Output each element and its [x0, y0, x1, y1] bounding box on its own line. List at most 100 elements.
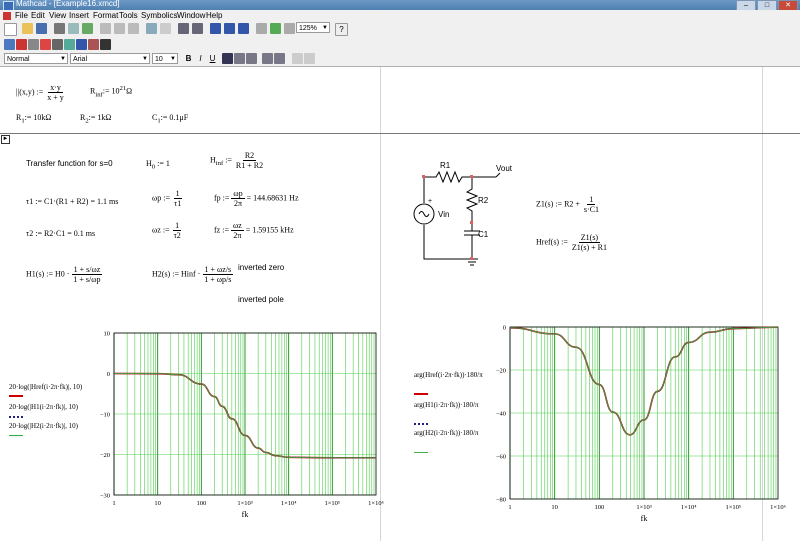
c1-definition[interactable]: C1:= 0.1μF [152, 113, 188, 125]
fz-definition[interactable]: fz := ωz 2π = 1.59155 kHz [214, 221, 294, 240]
r1-label: R1 [440, 161, 451, 170]
menu-insert[interactable]: Insert [69, 10, 89, 21]
insert-unit-icon[interactable] [224, 23, 235, 34]
plot2-legend-h2: arg(H2(i·2π·fk))·180/π [414, 429, 479, 437]
align-left-icon[interactable] [222, 53, 233, 64]
c1-label: C1 [478, 230, 489, 239]
omegaz-definition[interactable]: ωz := 1 τ2 [152, 221, 183, 240]
plot2-xtick-label: 1×10⁵ [725, 504, 741, 511]
undo-icon[interactable] [146, 23, 157, 34]
component-icon[interactable] [256, 23, 267, 34]
redo-icon[interactable] [160, 23, 171, 34]
resource-icon[interactable] [270, 23, 281, 34]
insert-function-icon[interactable] [210, 23, 221, 34]
print-icon[interactable] [54, 23, 65, 34]
bullets-icon[interactable] [262, 53, 273, 64]
href-definition[interactable]: Href(s) := Z1(s) Z1(s) + R1 [536, 233, 609, 252]
greek-icon[interactable] [88, 39, 99, 50]
graph-icon[interactable] [16, 39, 27, 50]
menu-view[interactable]: View [49, 10, 66, 21]
plot2-xtick-label: 1×10⁶ [770, 504, 786, 511]
hinf-definition[interactable]: Hinf := R2 R1 + R2 [210, 151, 265, 170]
h1-definition[interactable]: H1(s) := H0 · 1 + s/ωz 1 + s/ωp [26, 265, 103, 284]
vout-label: Vout [496, 164, 513, 173]
plot1-xtick-label: 1×10⁵ [324, 500, 340, 507]
menu-format[interactable]: Format [93, 10, 118, 21]
align-bottom-icon[interactable] [192, 23, 203, 34]
menu-symbolics[interactable]: Symbolics [141, 10, 177, 21]
transfer-function-label: Transfer function for s=0 [26, 159, 113, 168]
plot1-ytick-label: 10 [104, 331, 111, 338]
plot1-ytick-label: 0 [107, 371, 110, 378]
r1-definition[interactable]: R1:= 10kΩ [16, 113, 51, 125]
font-size-value: 10 [155, 56, 163, 63]
z1-definition[interactable]: Z1(s) := R2 + 1 s·C1 [536, 195, 601, 214]
cut-icon[interactable] [100, 23, 111, 34]
plot2-ytick-label: −80 [496, 497, 506, 504]
fp-definition[interactable]: fp := ωp 2π = 144.68631 Hz [214, 189, 299, 208]
superscript-icon[interactable] [304, 53, 315, 64]
copy-icon[interactable] [114, 23, 125, 34]
layout-icon[interactable] [284, 23, 295, 34]
boolean-icon[interactable] [64, 39, 75, 50]
standard-toolbar: 125% ▼ ? [0, 21, 800, 38]
zoom-select[interactable]: 125% ▼ [296, 22, 330, 33]
r1-resistor-wire [424, 170, 496, 184]
open-icon[interactable] [22, 23, 33, 34]
plot1-xtick-label: 1×10³ [237, 500, 252, 507]
bold-button[interactable]: B [183, 53, 194, 64]
save-icon[interactable] [36, 23, 47, 34]
calculus-icon[interactable] [52, 39, 63, 50]
r2-label: R2 [478, 196, 489, 205]
menu-tools[interactable]: Tools [119, 10, 138, 21]
paste-icon[interactable] [128, 23, 139, 34]
align-right-icon[interactable] [246, 53, 257, 64]
math-toolbar [0, 37, 800, 53]
subscript-icon[interactable] [292, 53, 303, 64]
plot2-legend-href-swatch [414, 393, 428, 395]
h2-definition[interactable]: H2(s) := Hinf · 1 + ωz/s 1 + ωp/s [152, 265, 234, 284]
omegap-definition[interactable]: ωp := 1 τ1 [152, 189, 183, 208]
tau2-definition[interactable]: τ2 := R2·C1 = 0.1 ms [26, 229, 95, 238]
align-center-icon[interactable] [234, 53, 245, 64]
calculate-icon[interactable] [238, 23, 249, 34]
parallel-definition[interactable]: ||(x,y) := x·y x + y [16, 83, 66, 102]
help-icon[interactable]: ? [335, 23, 348, 36]
plot2-ytick-label: −40 [496, 411, 506, 418]
plot2-legend-href: arg(Href(i·2π·fk))·180/π [414, 371, 483, 379]
c1-capacitor-wire [464, 223, 480, 259]
collapse-region-icon[interactable]: ► [1, 135, 10, 144]
menu-file[interactable]: File [15, 10, 28, 21]
spellcheck-icon[interactable] [82, 23, 93, 34]
new-icon[interactable] [4, 23, 17, 36]
align-icon[interactable] [178, 23, 189, 34]
symbolic-icon[interactable] [100, 39, 111, 50]
r2-definition[interactable]: R2:= 1kΩ [80, 113, 111, 125]
evaluation-icon[interactable] [40, 39, 51, 50]
menu-edit[interactable]: Edit [31, 10, 45, 21]
phase-plot[interactable]: 0 −20 −40 −60 −801 10 100 1×10³ 1×10⁴ 1×10⁵ 1×10⁶ f… [486, 317, 794, 539]
plot1-xtick-label: 100 [196, 500, 206, 507]
matrix-icon[interactable] [28, 39, 39, 50]
font-select[interactable]: Arial ▼ [70, 53, 150, 64]
menu-bar: File Edit View Insert Format Tools Symbo… [0, 10, 800, 21]
h0-definition[interactable]: H0 := 1 [146, 159, 170, 171]
tau1-definition[interactable]: τ1 := C1·(R1 + R2) = 1.1 ms [26, 197, 118, 206]
plot1-legend-h1: 20·log(|H1(i·2π·fk)|, 10) [9, 403, 78, 411]
plot1-legend-h2: 20·log(|H2(i·2π·fk)|, 10) [9, 422, 78, 430]
italic-button[interactable]: I [195, 53, 206, 64]
font-size-select[interactable]: 10 ▼ [152, 53, 178, 64]
magnitude-plot[interactable]: 100−10−20−301 10 100 1×10³ 1×10⁴ 1×10⁵ 1×10⁶fk [90, 323, 390, 537]
plot2-xlabel: fk [641, 514, 648, 523]
style-select[interactable]: Normal ▼ [4, 53, 68, 64]
menu-window[interactable]: Window [177, 10, 205, 21]
underline-button[interactable]: U [207, 53, 218, 64]
print-preview-icon[interactable] [68, 23, 79, 34]
worksheet[interactable]: ||(x,y) := x·y x + y Rinf:= 1021Ω R1:= 10… [0, 67, 800, 541]
rinf-definition[interactable]: Rinf:= 1021Ω [90, 85, 132, 98]
plot2-ytick-label: −20 [496, 368, 506, 375]
menu-help[interactable]: Help [206, 10, 222, 21]
programming-icon[interactable] [76, 39, 87, 50]
numbering-icon[interactable] [274, 53, 285, 64]
calculator-icon[interactable] [4, 39, 15, 50]
